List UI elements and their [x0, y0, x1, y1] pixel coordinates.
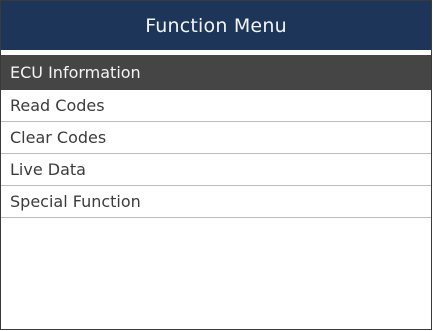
- function-menu-screen: Function Menu ECU Information Read Codes…: [0, 0, 432, 330]
- menu-item-live-data[interactable]: Live Data: [1, 154, 431, 186]
- menu-item-clear-codes[interactable]: Clear Codes: [1, 122, 431, 154]
- menu-list: ECU Information Read Codes Clear Codes L…: [1, 55, 431, 218]
- menu-item-ecu-information[interactable]: ECU Information: [1, 55, 431, 90]
- menu-item-special-function[interactable]: Special Function: [1, 186, 431, 218]
- page-title: Function Menu: [145, 14, 287, 37]
- menu-item-read-codes[interactable]: Read Codes: [1, 90, 431, 122]
- title-bar: Function Menu: [1, 1, 431, 50]
